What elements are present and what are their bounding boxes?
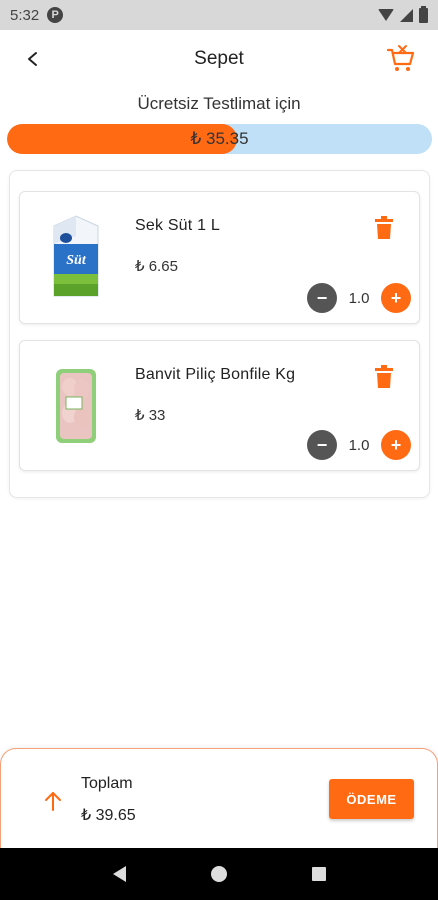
decrease-quantity-button[interactable]: − bbox=[307, 430, 337, 460]
cart-item: Süt Sek Süt 1 L ₺ 6.65 − 1.0 + bbox=[19, 191, 420, 324]
wifi-icon bbox=[378, 9, 394, 21]
quantity-value: 1.0 bbox=[348, 289, 370, 307]
battery-icon bbox=[419, 5, 428, 23]
increase-quantity-button[interactable]: + bbox=[381, 283, 411, 313]
free-delivery-label: Ücretsiz Testlimat için bbox=[137, 94, 301, 113]
status-bar: 5:32 P bbox=[0, 0, 438, 30]
remove-cart-icon[interactable] bbox=[386, 44, 416, 74]
quantity-value: 1.0 bbox=[348, 436, 370, 454]
item-price: ₺ 6.65 bbox=[135, 258, 178, 275]
quantity-stepper: − 1.0 + bbox=[307, 430, 411, 460]
nav-home-icon[interactable] bbox=[210, 866, 227, 882]
increase-quantity-button[interactable]: + bbox=[381, 430, 411, 460]
notification-app-icon: P bbox=[47, 7, 64, 23]
item-name: Banvit Piliç Bonfile Kg bbox=[135, 366, 296, 383]
nav-recents-icon[interactable] bbox=[311, 867, 326, 881]
status-icons bbox=[378, 5, 428, 23]
nav-back-icon[interactable] bbox=[112, 866, 126, 882]
signal-icon bbox=[400, 8, 413, 22]
app-bar: Sepet bbox=[0, 30, 438, 88]
milk-carton-image: Süt bbox=[53, 215, 99, 297]
back-arrow-icon bbox=[28, 52, 37, 66]
trash-icon[interactable] bbox=[373, 216, 395, 240]
back-button[interactable] bbox=[20, 46, 46, 72]
arrow-up-icon[interactable] bbox=[41, 789, 65, 813]
pay-button[interactable]: ÖDEME bbox=[329, 779, 414, 819]
cart-item: Banvit Piliç Bonfile Kg ₺ 33 − 1.0 + bbox=[19, 340, 420, 471]
cart-list: Süt Sek Süt 1 L ₺ 6.65 − 1.0 + Banvit Pi… bbox=[9, 170, 430, 498]
trash-icon[interactable] bbox=[373, 365, 395, 389]
total-label: Toplam bbox=[81, 775, 133, 792]
item-name: Sek Süt 1 L bbox=[135, 217, 220, 234]
item-price: ₺ 33 bbox=[135, 407, 166, 424]
system-nav-bar bbox=[0, 848, 438, 900]
progress-amount: ₺ 35.35 bbox=[190, 129, 249, 148]
page-title: Sepet bbox=[194, 48, 244, 69]
total-value: ₺ 39.65 bbox=[81, 807, 136, 824]
free-delivery-progress: ₺ 35.35 bbox=[7, 124, 432, 154]
decrease-quantity-button[interactable]: − bbox=[307, 283, 337, 313]
chicken-tray-image bbox=[56, 369, 96, 443]
svg-text:Süt: Süt bbox=[66, 253, 87, 268]
quantity-stepper: − 1.0 + bbox=[307, 283, 411, 313]
order-summary: Toplam ₺ 39.65 ÖDEME bbox=[0, 748, 438, 848]
status-time: 5:32 bbox=[10, 6, 40, 24]
